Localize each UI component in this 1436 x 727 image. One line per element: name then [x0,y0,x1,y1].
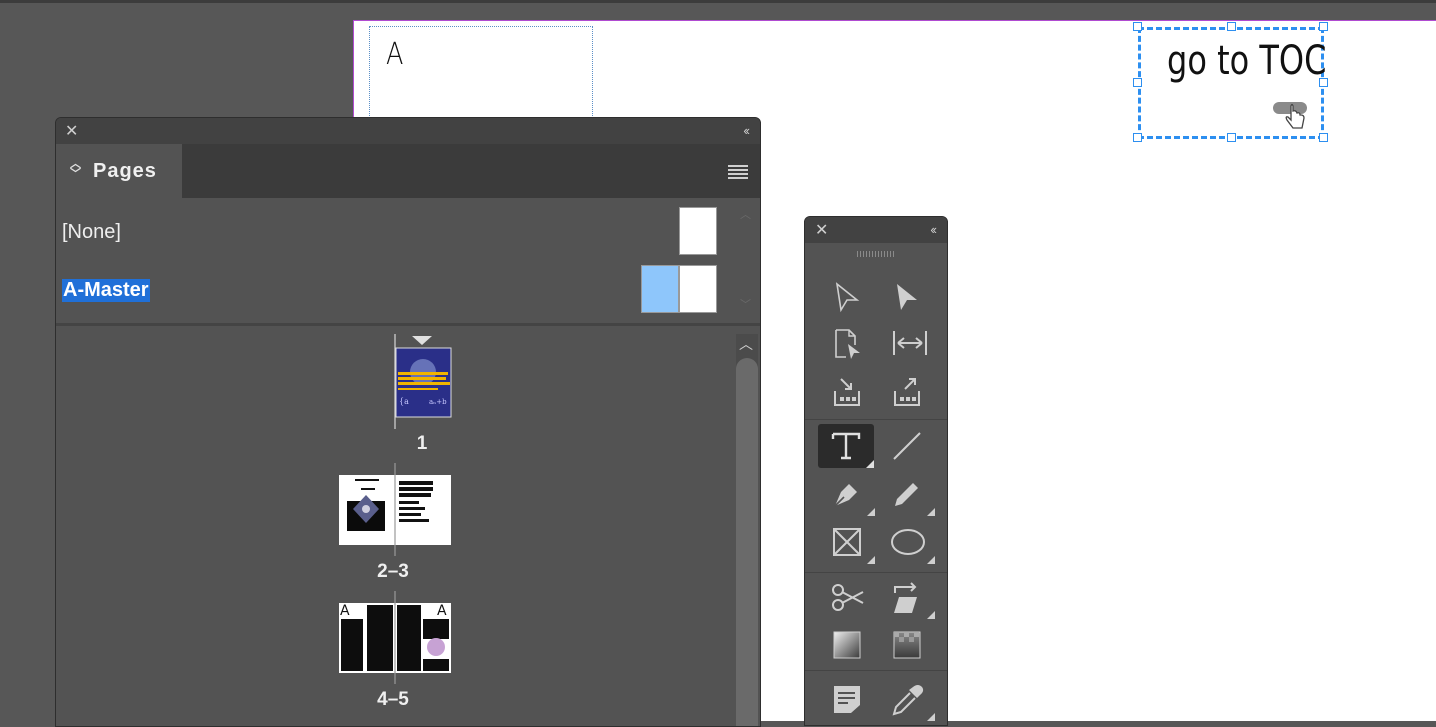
tab-collapse-arrows-icon: ︿ ﹀ [70,158,81,180]
masters-scroll-up-icon[interactable]: ︿ [740,206,751,222]
tools-panel[interactable]: ✕ ‹‹ [804,216,948,726]
type-t-icon [831,432,861,460]
tool-flyout-icon [866,460,874,468]
tab-pages-label: Pages [93,160,157,182]
pen-nib-icon [834,484,857,507]
handle-tm[interactable] [1227,22,1236,31]
tool-flyout-icon [927,556,935,564]
handle-br[interactable] [1319,133,1328,142]
line-tool[interactable] [879,424,935,468]
gap-tool-icon [893,331,927,355]
page-number-4-5: 4–5 [377,689,409,710]
svg-text:A: A [437,603,447,619]
master-label: [None] [62,221,121,243]
spread-4-5[interactable]: A A [339,589,451,684]
selection-tool[interactable] [819,275,875,319]
collapse-panel-icon[interactable]: ‹‹ [930,222,937,237]
handle-ml[interactable] [1133,78,1142,87]
gradient-feather-icon [893,631,921,659]
page-1-thumbnail: {a aₙ+b [394,334,452,429]
eyedropper-icon [892,685,924,716]
svg-text:{a: {a [399,397,409,406]
handle-mr[interactable] [1319,78,1328,87]
eyedropper-tool[interactable] [879,677,935,721]
top-strip [0,0,1436,3]
toc-button-frame[interactable]: go to TOC [1138,27,1327,139]
pages-scrollbar[interactable]: ︿ [736,334,758,726]
masters-scroll-down-icon[interactable]: ﹀ [740,296,751,312]
tool-flyout-icon [927,508,935,516]
content-collector-icon [834,378,860,406]
scroll-up-icon[interactable]: ︿ [739,334,753,354]
page-tool-icon [835,329,860,359]
master-item-a-master[interactable]: A-Master [56,265,736,315]
note-tool[interactable] [819,677,875,721]
tool-flyout-icon [927,713,935,721]
pages-panel-titlebar[interactable]: ✕ ‹‹ [56,118,760,144]
free-transform-icon [894,582,917,613]
tools-separator [805,419,947,420]
direct-selection-tool[interactable] [879,275,935,319]
free-transform-tool[interactable] [879,575,935,619]
content-collector-tool[interactable] [819,369,875,413]
toc-button-text: go to TOC [1167,38,1327,84]
content-placer-icon [894,378,920,406]
gradient-swatch-tool[interactable] [819,623,875,667]
master-label-selected: A-Master [62,279,150,302]
ellipse-icon [891,529,925,555]
pages-tabbar: ︿ ﹀ Pages [56,144,760,198]
scroll-thumb[interactable] [736,358,758,726]
handle-bm[interactable] [1227,133,1236,142]
pencil-icon [895,483,918,506]
tool-flyout-icon [867,556,875,564]
line-tool-icon [893,432,921,460]
tools-separator [805,670,947,671]
ellipse-tool[interactable] [879,520,935,564]
collapse-panel-icon[interactable]: ‹‹ [743,123,750,138]
selection-arrow-icon [835,282,860,313]
svg-text:aₙ+b: aₙ+b [429,398,447,406]
master-item-none[interactable]: [None] [56,207,736,257]
pen-tool[interactable] [819,472,875,516]
master-thumb-left [641,265,679,313]
rectangle-frame-icon [833,528,861,556]
panel-menu-icon[interactable] [728,165,748,179]
close-icon[interactable]: ✕ [815,223,828,239]
close-icon[interactable]: ✕ [65,124,78,140]
tool-flyout-icon [927,611,935,619]
tools-separator [805,572,947,573]
button-hand-icon [1273,102,1307,129]
master-thumb-none [679,207,717,255]
pencil-tool[interactable] [879,472,935,516]
spread-1[interactable]: {a aₙ+b [393,334,453,429]
direct-selection-arrow-icon [897,284,917,310]
pages-panel[interactable]: ✕ ‹‹ ︿ ﹀ Pages [None] A-Master ︿ ﹀ {a aₙ… [55,117,761,727]
tools-panel-titlebar[interactable]: ✕ ‹‹ [805,217,947,243]
spread-4-5-thumbnail: A A [339,591,451,684]
master-letter-text: A [386,37,404,72]
handle-tr[interactable] [1319,22,1328,31]
tool-flyout-icon [867,508,875,516]
gap-tool[interactable] [879,321,935,365]
content-placer-tool[interactable] [879,369,935,413]
handle-bl[interactable] [1133,133,1142,142]
master-thumb-right [679,265,717,313]
gradient-swatch-icon [833,631,861,659]
type-tool[interactable] [818,424,874,468]
page-number-1: 1 [416,433,428,454]
panel-grip[interactable] [857,251,895,257]
spread-2-3-thumbnail [339,463,451,556]
tab-pages[interactable]: ︿ ﹀ Pages [56,144,182,198]
handle-tl[interactable] [1133,22,1142,31]
scissors-tool[interactable] [819,575,875,619]
page-number-2-3: 2–3 [377,561,409,582]
page-tool[interactable] [819,321,875,365]
gradient-feather-tool[interactable] [879,623,935,667]
note-icon [834,686,860,713]
masters-pages-divider[interactable] [56,323,760,326]
svg-text:A: A [340,603,350,619]
spread-2-3[interactable] [339,461,451,556]
rectangle-frame-tool[interactable] [819,520,875,564]
scissors-icon [832,584,864,611]
